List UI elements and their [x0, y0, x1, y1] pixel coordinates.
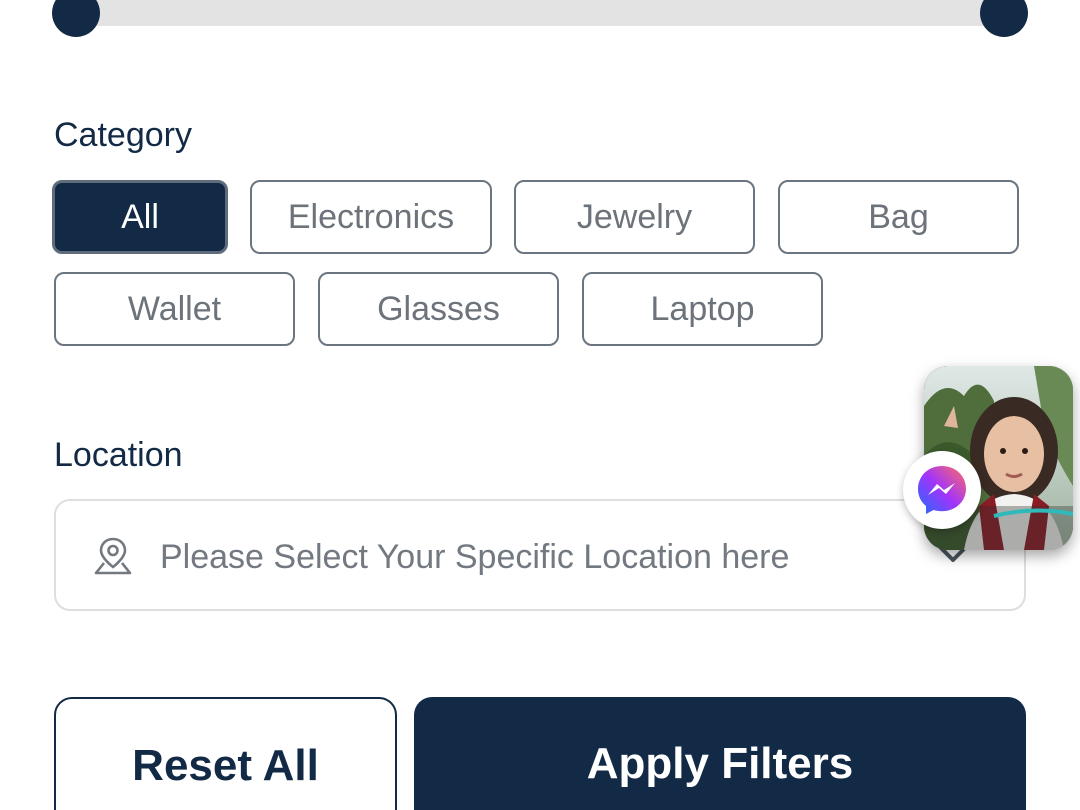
price-range-max-handle[interactable]: [980, 0, 1028, 37]
reset-all-button[interactable]: Reset All: [54, 697, 397, 810]
category-heading: Category: [54, 116, 192, 154]
category-chip-all[interactable]: All: [52, 180, 228, 254]
location-select[interactable]: Please Select Your Specific Location her…: [54, 499, 1026, 611]
price-range-min-handle[interactable]: [52, 0, 100, 37]
location-heading: Location: [54, 436, 183, 474]
category-chip-glasses[interactable]: Glasses: [318, 272, 559, 346]
category-chip-laptop[interactable]: Laptop: [582, 272, 823, 346]
category-chip-bag[interactable]: Bag: [778, 180, 1019, 254]
price-range-track[interactable]: [75, 0, 1005, 26]
location-pin-icon: [94, 537, 132, 575]
location-placeholder: Please Select Your Specific Location her…: [160, 538, 790, 576]
apply-filters-button[interactable]: Apply Filters: [414, 697, 1026, 810]
messenger-icon: [918, 466, 966, 514]
filter-screen: Category All Electronics Jewelry Bag Wal…: [0, 0, 1080, 810]
category-chip-wallet[interactable]: Wallet: [54, 272, 295, 346]
category-chip-electronics[interactable]: Electronics: [250, 180, 492, 254]
messenger-badge[interactable]: [903, 451, 981, 529]
category-chip-jewelry[interactable]: Jewelry: [514, 180, 755, 254]
